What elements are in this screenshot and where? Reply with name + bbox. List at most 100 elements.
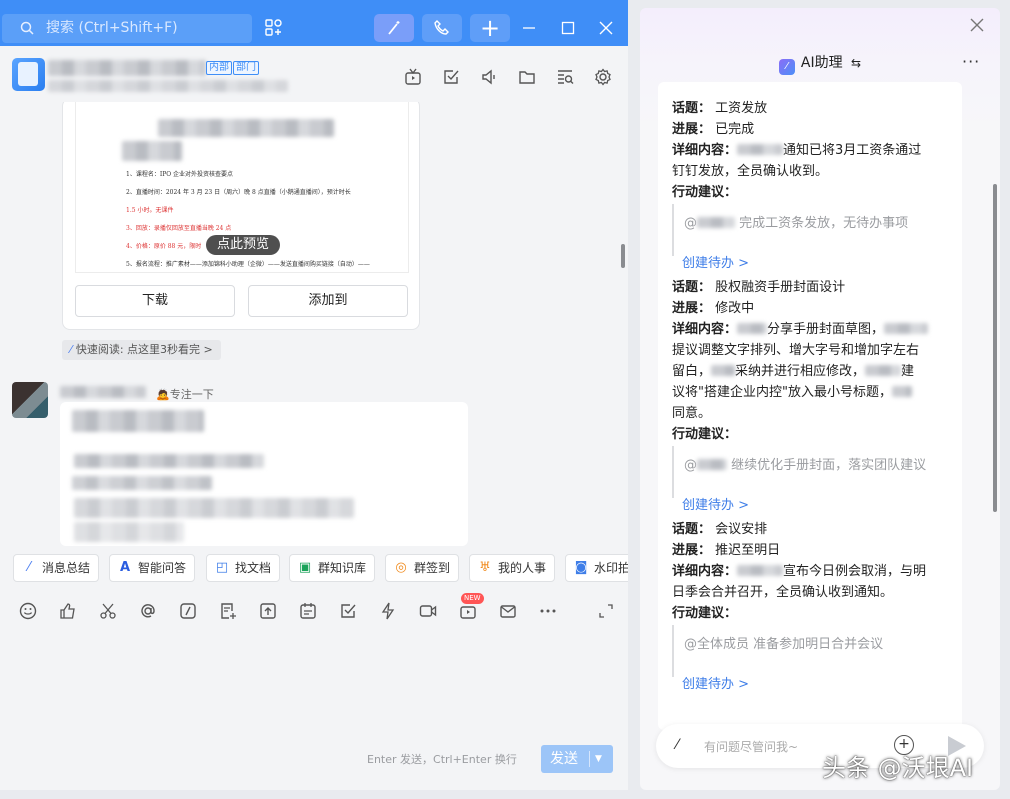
add-button[interactable]: + (470, 14, 510, 42)
detail-row: 议将"搭建企业内控"放入最小号标题， (672, 382, 912, 403)
files-button[interactable] (516, 66, 538, 88)
magic-wand-icon[interactable]: ⁄ (676, 737, 678, 753)
tag-internal: 内部 (206, 61, 232, 75)
create-todo-link[interactable]: 创建待办 > (682, 494, 749, 513)
tool-watermark-camera[interactable]: ◙ 水印拍 (565, 554, 628, 582)
message-list[interactable]: 1、课程名：IPO 企业对外投资核查要点 2、直播时间：2024 年 3 月 2… (0, 102, 628, 550)
progress-label: 进展： (672, 301, 712, 316)
tool-label: 智能问答 (138, 561, 187, 575)
doc-line: 3、回放：录播仅回放至直播当晚 24 点 (126, 225, 232, 232)
redacted-name (697, 217, 735, 228)
create-todo-link[interactable]: 创建待办 > (682, 252, 749, 271)
new-doc-button[interactable] (217, 600, 239, 622)
chat-window: 搜索 (Ctrl+Shift+F) + 内部 部门 1、课程名：IPO 企业对外… (0, 0, 628, 790)
checkbox-icon (444, 70, 459, 84)
close-icon[interactable] (968, 16, 986, 34)
redacted-name (884, 323, 929, 334)
send-hint: Enter 发送，Ctrl+Enter 换行 (367, 753, 517, 766)
search-history-button[interactable] (554, 66, 576, 88)
speaker-icon (482, 69, 495, 85)
chat-scrollbar[interactable] (621, 244, 625, 268)
video-call-button[interactable] (417, 600, 439, 622)
settings-button[interactable] (592, 66, 614, 88)
create-todo-link[interactable]: 创建待办 > (682, 673, 749, 692)
gear-icon (595, 68, 611, 86)
more-dots-icon[interactable]: ··· (962, 52, 980, 71)
message-bubble[interactable] (60, 402, 468, 546)
send-divider (589, 751, 590, 767)
ding-button[interactable] (377, 600, 399, 622)
live-button[interactable] (402, 66, 424, 88)
redacted-name (711, 365, 736, 376)
tool-find-doc[interactable]: ◰ 找文档 (206, 554, 281, 582)
maximize-button[interactable] (552, 14, 584, 42)
mention-button[interactable] (137, 600, 159, 622)
todo-button[interactable] (440, 66, 462, 88)
more-dots-icon (540, 609, 556, 613)
quick-tools-bar: ⁄ 消息总结 A 智能问答 ◰ 找文档 ▣ 群知识库 ◎ 群签到 ♅ 我的人事 ◙ 水印拍 (0, 552, 628, 584)
group-avatar[interactable] (12, 58, 45, 91)
watermark-text: 头条 @沃垠AI (822, 754, 974, 782)
new-badge: NEW (461, 593, 484, 604)
tool-my-hr[interactable]: ♅ 我的人事 (469, 554, 556, 582)
search-placeholder: 搜索 (Ctrl+Shift+F) (46, 20, 178, 36)
find-doc-icon: ◰ (215, 560, 229, 575)
swap-icon[interactable]: ⇆ (851, 56, 861, 70)
tool-smart-qa[interactable]: A 智能问答 (109, 554, 196, 582)
ai-logo-icon: ⁄ (778, 59, 795, 75)
announcement-button[interactable] (478, 66, 500, 88)
mail-icon (500, 605, 516, 618)
redacted-text (74, 454, 264, 468)
preview-button[interactable]: 点此预览 (206, 235, 280, 255)
upload-button[interactable] (257, 600, 279, 622)
mail-button[interactable] (497, 600, 519, 622)
input-toolbar (0, 596, 628, 628)
search-input[interactable]: 搜索 (Ctrl+Shift+F) (2, 14, 252, 43)
suggestion-box: @全体成员 准备参加明日合并会议 (672, 625, 948, 677)
command-button[interactable] (177, 600, 199, 622)
chat-name-redacted (48, 60, 206, 76)
progress-value: 修改中 (715, 301, 755, 316)
more-button[interactable] (537, 600, 559, 622)
quick-read-link[interactable]: ⁄ 快速阅读: 点这里3秒看完 > (62, 340, 221, 360)
topic-row: 话题： 股权融资手册封面设计 (672, 277, 845, 298)
tool-knowledge-base[interactable]: ▣ 群知识库 (289, 554, 376, 582)
call-button[interactable] (422, 14, 462, 42)
expand-input-button[interactable] (595, 600, 617, 622)
screenshot-button[interactable] (97, 600, 119, 622)
action-label-text: 行动建议： (672, 606, 738, 621)
apps-button[interactable] (258, 14, 290, 42)
like-button[interactable] (57, 600, 79, 622)
tool-check-in[interactable]: ◎ 群签到 (385, 554, 460, 582)
folder-icon (519, 71, 535, 84)
quick-read-label: 快速阅读: 点这里3秒看完 > (75, 343, 213, 356)
close-window-button[interactable] (590, 14, 622, 42)
action-label: 行动建议： (672, 603, 737, 624)
add-to-button[interactable]: 添加到 (248, 285, 408, 317)
chat-subtitle-redacted (48, 80, 288, 92)
emoji-button[interactable] (17, 600, 39, 622)
tool-message-summary[interactable]: ⁄ 消息总结 (13, 554, 100, 582)
document-preview[interactable]: 1、课程名：IPO 企业对外投资核查要点 2、直播时间：2024 年 3 月 2… (75, 102, 409, 273)
detail-row: 详细内容： 分享手册封面草图， (672, 319, 929, 340)
detail-row: 日季会合并召开，全员确认收到通知。 (672, 585, 894, 600)
progress-row: 进展： 修改中 (672, 298, 754, 319)
tool-label: 群签到 (414, 561, 451, 575)
ai-panel-scrollbar[interactable] (993, 184, 997, 512)
doc-add-icon (221, 603, 236, 619)
sender-avatar[interactable] (12, 382, 48, 418)
schedule-button[interactable] (297, 600, 319, 622)
ai-assistant-button[interactable] (374, 14, 414, 42)
topic-value: 会议安排 (715, 522, 768, 537)
task-button[interactable] (337, 600, 359, 622)
magic-wand-icon: ⁄ (70, 343, 72, 356)
ai-a-icon: A (119, 560, 131, 575)
detail-text: 通知已将3月工资条通过 (783, 143, 922, 158)
chevron-down-icon[interactable]: ▼ (595, 745, 602, 773)
close-icon (599, 21, 613, 35)
calendar-icon (300, 603, 316, 619)
doc-line: 5、报名流程：推广素材——添加锦科小助理（企微）——发送直播间购买链接（自动）—… (126, 261, 370, 268)
download-button[interactable]: 下载 (75, 285, 235, 317)
minimize-button[interactable] (513, 14, 545, 42)
send-button[interactable]: 发送 ▼ (541, 745, 613, 773)
